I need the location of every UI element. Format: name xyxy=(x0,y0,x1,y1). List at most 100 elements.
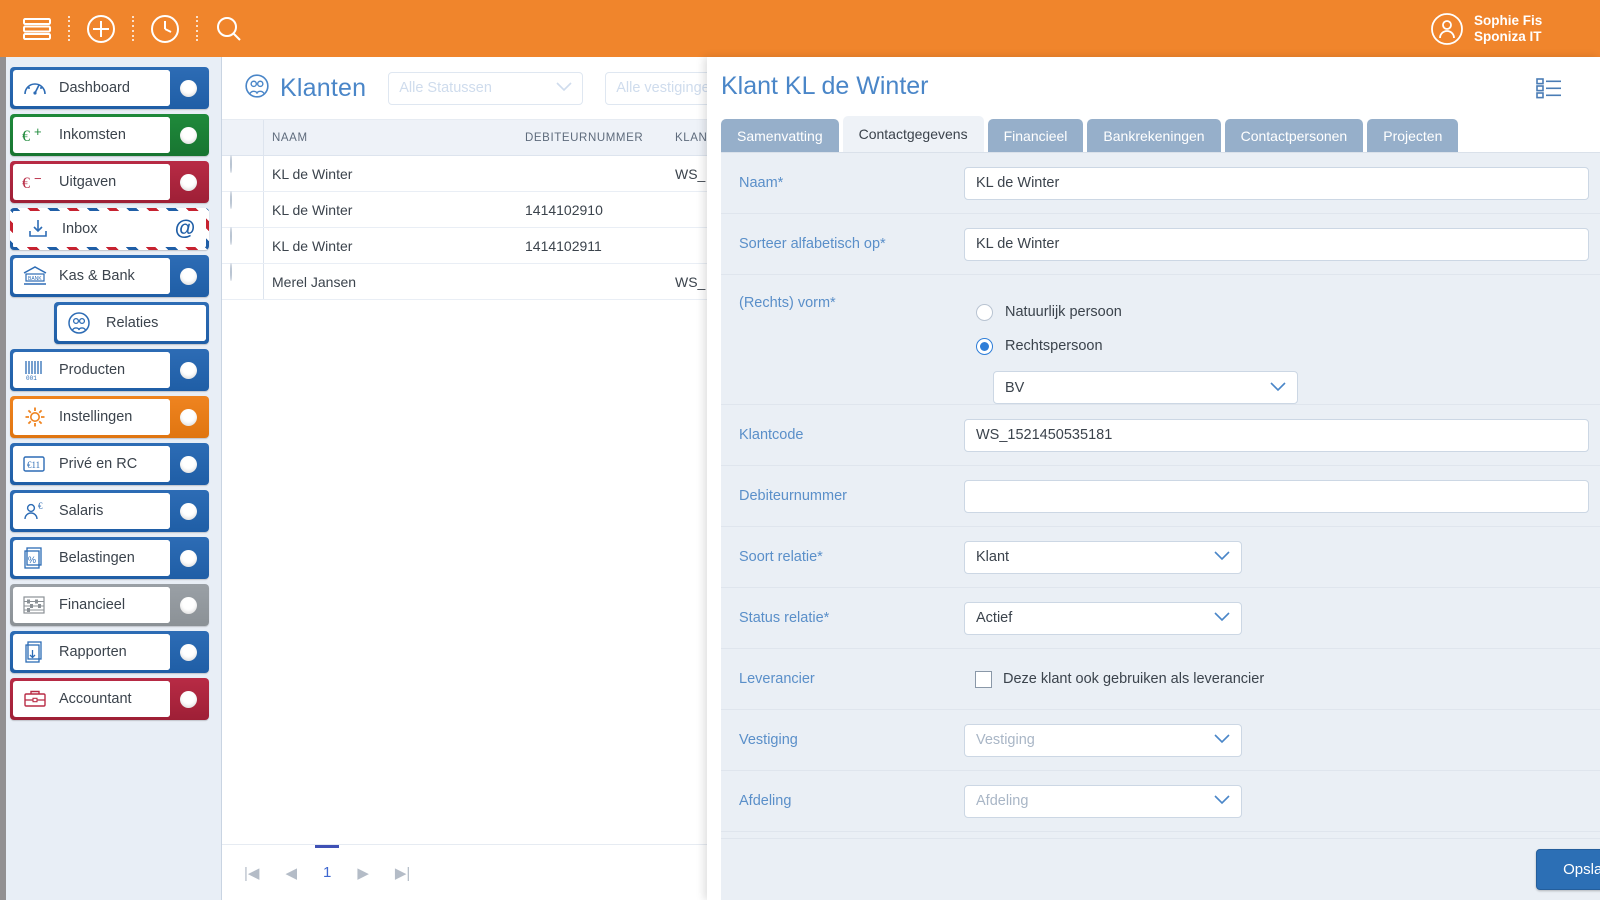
row-select-radio[interactable] xyxy=(222,156,264,191)
sidebar-item-uitgaven[interactable]: €− Uitgaven xyxy=(10,161,209,203)
inkomsten-action-knob[interactable] xyxy=(170,117,206,153)
sorteer-input[interactable]: KL de Winter xyxy=(964,228,1589,261)
financieel-action-knob[interactable] xyxy=(170,587,206,623)
row-select-radio[interactable] xyxy=(222,192,264,227)
person-euro-icon: € xyxy=(20,498,50,524)
tab-samenvatting[interactable]: Samenvatting xyxy=(721,119,839,152)
sidebar-item-kas-en-bank[interactable]: BANK Kas & Bank xyxy=(10,255,209,297)
user-info: Sophie Fis Sponiza IT xyxy=(1474,13,1542,45)
rapporten-action-knob[interactable] xyxy=(170,634,206,670)
euro-minus-icon: €− xyxy=(20,169,50,195)
hamburger-menu-icon[interactable] xyxy=(14,6,60,52)
vestiging-filter[interactable]: Alle vestigingen xyxy=(605,72,707,105)
status-filter-placeholder: Alle Statussen xyxy=(399,80,492,96)
afdeling-placeholder: Afdeling xyxy=(976,793,1028,809)
add-plus-icon[interactable] xyxy=(78,6,124,52)
sidebar-item-label: Dashboard xyxy=(59,80,130,96)
sidebar-item-rapporten[interactable]: Rapporten xyxy=(10,631,209,673)
user-account[interactable]: Sophie Fis Sponiza IT xyxy=(1430,0,1600,57)
soort-relatie-select[interactable]: Klant xyxy=(964,541,1242,574)
field-status-relatie-label: Status relatie* xyxy=(739,610,964,626)
salaris-action-knob[interactable] xyxy=(170,493,206,529)
belastingen-action-knob[interactable] xyxy=(170,540,206,576)
accountant-action-knob[interactable] xyxy=(170,681,206,717)
save-button[interactable]: Opslaan xyxy=(1536,849,1600,890)
sidebar-item-relaties[interactable]: Relaties xyxy=(54,302,209,344)
field-status-relatie: Status relatie* Actief xyxy=(721,588,1600,649)
column-klantcode[interactable]: KLANTCODE xyxy=(667,132,707,144)
instellingen-action-knob[interactable] xyxy=(170,399,206,435)
tab-contactpersonen[interactable]: Contactpersonen xyxy=(1225,119,1364,152)
row-select-radio[interactable] xyxy=(222,264,264,299)
sidebar: Dashboard €+ Inkomsten €− Uitgaven xyxy=(0,57,222,900)
svg-text:−: − xyxy=(34,172,42,186)
chevron-down-icon xyxy=(556,80,572,96)
clock-history-icon[interactable] xyxy=(142,6,188,52)
rechtsvorm-select[interactable]: BV xyxy=(993,371,1298,404)
sidebar-item-label: Instellingen xyxy=(59,409,132,425)
table-row[interactable]: KL de Winter WS_ xyxy=(222,156,707,192)
toolbar-separator xyxy=(196,16,198,42)
pagination-first[interactable]: |◀ xyxy=(244,864,259,882)
sidebar-item-label: Inkomsten xyxy=(59,127,126,143)
tab-financieel[interactable]: Financieel xyxy=(988,119,1084,152)
leverancier-checkbox[interactable] xyxy=(975,671,992,688)
avatar xyxy=(1430,12,1464,46)
gear-icon xyxy=(20,404,50,430)
tab-projecten[interactable]: Projecten xyxy=(1367,119,1458,152)
sidebar-item-dashboard[interactable]: Dashboard xyxy=(10,67,209,109)
status-relatie-select[interactable]: Actief xyxy=(964,602,1242,635)
table-row[interactable]: KL de Winter 1414102910 xyxy=(222,192,707,228)
sidebar-item-financieel[interactable]: Financieel xyxy=(10,584,209,626)
tab-contactgegevens[interactable]: Contactgegevens xyxy=(843,116,984,152)
toolbar-separator xyxy=(68,16,70,42)
row-select-radio[interactable] xyxy=(222,228,264,263)
svg-text:%: % xyxy=(28,555,36,565)
euro-plus-icon: €+ xyxy=(20,122,50,148)
list-header: Klanten Alle Statussen Alle vestigingen xyxy=(222,57,707,119)
klantcode-input[interactable]: WS_1521450535181 xyxy=(964,419,1589,452)
tab-bankrekeningen[interactable]: Bankrekeningen xyxy=(1087,119,1220,152)
list-view-icon[interactable] xyxy=(1536,77,1562,104)
sidebar-item-producten[interactable]: 001 Producten xyxy=(10,349,209,391)
leverancier-checkbox-label: Deze klant ook gebruiken als leverancier xyxy=(1003,671,1264,687)
uitgaven-action-knob[interactable] xyxy=(170,164,206,200)
debiteurnummer-input[interactable] xyxy=(964,480,1589,513)
radio-natuurlijk-persoon[interactable]: Natuurlijk persoon xyxy=(964,295,1600,329)
prive-en-rc-action-knob[interactable] xyxy=(170,446,206,482)
cell-naam: Merel Jansen xyxy=(264,274,517,290)
abacus-icon xyxy=(20,592,50,618)
column-naam[interactable]: NAAM xyxy=(264,132,517,144)
sidebar-item-accountant[interactable]: Accountant xyxy=(10,678,209,720)
sidebar-item-instellingen[interactable]: Instellingen xyxy=(10,396,209,438)
column-debiteurnummer[interactable]: DEBITEURNUMMER xyxy=(517,132,667,144)
table-row[interactable]: Merel Jansen WS_ xyxy=(222,264,707,300)
afdeling-select[interactable]: Afdeling xyxy=(964,785,1242,818)
producten-action-knob[interactable] xyxy=(170,352,206,388)
search-icon[interactable] xyxy=(206,6,252,52)
vestiging-select[interactable]: Vestiging xyxy=(964,724,1242,757)
contactgegevens-form: Naam* KL de Winter Sorteer alfabetisch o… xyxy=(721,152,1600,900)
radio-button[interactable] xyxy=(976,304,993,321)
pagination-last[interactable]: ▶| xyxy=(395,864,410,882)
leverancier-checkbox-row[interactable]: Deze klant ook gebruiken als leverancier xyxy=(964,671,1600,688)
status-filter[interactable]: Alle Statussen xyxy=(388,72,583,105)
pagination-prev[interactable]: ◀ xyxy=(285,864,297,882)
cell-klantcode: WS_ xyxy=(667,166,707,182)
kas-en-bank-action-knob[interactable] xyxy=(170,258,206,294)
dashboard-action-knob[interactable] xyxy=(170,70,206,106)
sidebar-item-inbox[interactable]: Inbox @ xyxy=(10,208,209,250)
sidebar-item-salaris[interactable]: € Salaris xyxy=(10,490,209,532)
sidebar-item-belastingen[interactable]: % Belastingen xyxy=(10,537,209,579)
field-klantcode: Klantcode WS_1521450535181 xyxy=(721,405,1600,466)
table-row[interactable]: KL de Winter 1414102911 xyxy=(222,228,707,264)
chevron-down-icon xyxy=(1214,549,1230,565)
pagination-next[interactable]: ▶ xyxy=(357,864,369,882)
sidebar-item-prive-en-rc[interactable]: €11 Privé en RC xyxy=(10,443,209,485)
radio-rechtspersoon[interactable]: Rechtspersoon xyxy=(964,329,1600,363)
naam-input[interactable]: KL de Winter xyxy=(964,167,1589,200)
pagination-page-1[interactable]: 1 xyxy=(323,864,331,881)
sidebar-item-inkomsten[interactable]: €+ Inkomsten xyxy=(10,114,209,156)
radio-label: Rechtspersoon xyxy=(1005,338,1103,354)
radio-button-selected[interactable] xyxy=(976,338,993,355)
